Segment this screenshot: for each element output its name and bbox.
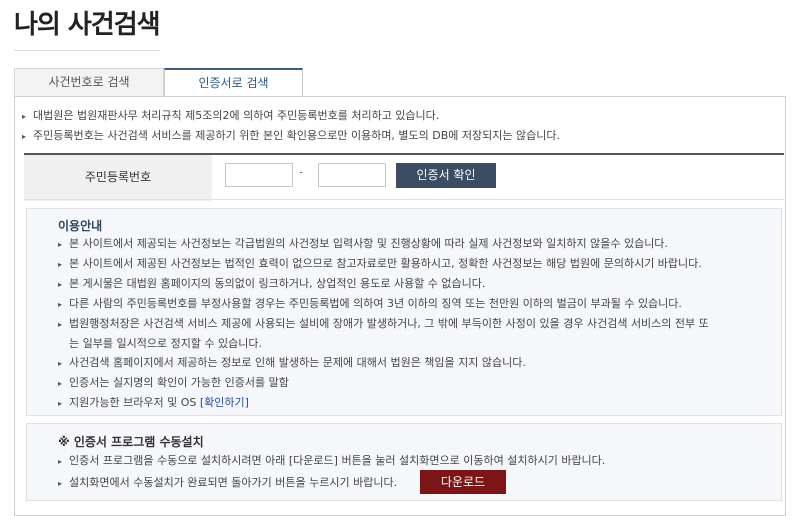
list-item: ▸ 다른 사람의 주민등록번호를 부정사용할 경우는 주민등록법에 의하여 3년 …	[58, 294, 778, 314]
bullet-icon: ▸	[58, 479, 63, 488]
list-item: ▸ 법원행정처장은 사건검색 서비스 제공에 사용되는 설비에 장애가 발생하거나…	[58, 314, 778, 334]
list-item: ▸ 사건검색 홈페이지에서 제공하는 정보로 인해 발생하는 문제에 대해서 법원…	[58, 353, 778, 373]
usage-guide-title: 이용안내	[58, 219, 103, 233]
privacy-notice: ▸ 대법원은 법원재판사무 처리규칙 제5조의2에 의하여 주민등록번호를 처리하…	[22, 106, 560, 146]
list-item: ▸ 본 사이트에서 제공되는 사건정보는 각급법원의 사건정보 입력사항 및 진행…	[58, 234, 778, 254]
notice-item: ▸ 주민등록번호는 사건검색 서비스를 제공하기 위한 본인 확인용으로만 이용하…	[22, 126, 560, 146]
supported-os-link[interactable]: [확인하기]	[200, 396, 249, 409]
title-divider	[14, 50, 160, 51]
list-item: ▸ 지원가능한 브라우저 및 OS [확인하기]	[58, 393, 778, 413]
bullet-icon: ▸	[22, 112, 27, 121]
download-button[interactable]: 다운로드	[420, 470, 506, 494]
bullet-icon: ▸	[58, 260, 63, 269]
list-item: ▸ 본 사이트에서 제공된 사건정보는 법적인 효력이 없으므로 참고자료로만 활…	[58, 254, 778, 274]
bullet-icon: ▸	[58, 320, 63, 329]
bullet-icon: ▸	[58, 457, 63, 466]
certificate-confirm-button[interactable]: 인증서 확인	[396, 163, 496, 188]
install-instruction: ▸ 인증서 프로그램을 수동으로 설치하시려면 아래 [다운로드] 버튼을 눌러 …	[58, 454, 606, 467]
page-title: 나의 사건검색	[14, 10, 161, 40]
bullet-icon: ▸	[58, 300, 63, 309]
bullet-icon: ▸	[58, 240, 63, 249]
resident-number-separator: -	[299, 165, 304, 179]
manual-install-title: ※ 인증서 프로그램 수동설치	[58, 435, 204, 449]
resident-number-second-input[interactable]	[318, 163, 386, 187]
row-divider	[24, 199, 784, 200]
bullet-icon: ▸	[58, 379, 63, 388]
list-item: ▸ 인증서는 실지명의 확인이 가능한 인증서를 말함	[58, 373, 778, 393]
notice-item: ▸ 대법원은 법원재판사무 처리규칙 제5조의2에 의하여 주민등록번호를 처리하…	[22, 106, 560, 126]
list-item: ▸ 본 게시물은 대법원 홈페이지의 동의없이 링크하거나, 상업적인 용도로 사…	[58, 274, 778, 294]
bullet-icon: ▸	[58, 399, 63, 408]
tab-case-number-search[interactable]: 사건번호로 검색	[14, 68, 164, 96]
install-instruction: ▸ 설치화면에서 수동설치가 완료되면 돌아가기 버튼을 누르시기 바랍니다.	[58, 476, 398, 489]
list-item-continuation: 는 일부를 일시적으로 정지할 수 있습니다.	[69, 337, 263, 350]
bullet-icon: ▸	[58, 280, 63, 289]
bullet-icon: ▸	[58, 359, 63, 368]
bullet-icon: ▸	[22, 132, 27, 141]
resident-number-label: 주민등록번호	[24, 155, 212, 201]
resident-number-first-input[interactable]	[225, 163, 293, 187]
tab-certificate-search[interactable]: 인증서로 검색	[164, 68, 303, 96]
usage-guide-list: ▸ 본 사이트에서 제공되는 사건정보는 각급법원의 사건정보 입력사항 및 진행…	[58, 234, 778, 413]
